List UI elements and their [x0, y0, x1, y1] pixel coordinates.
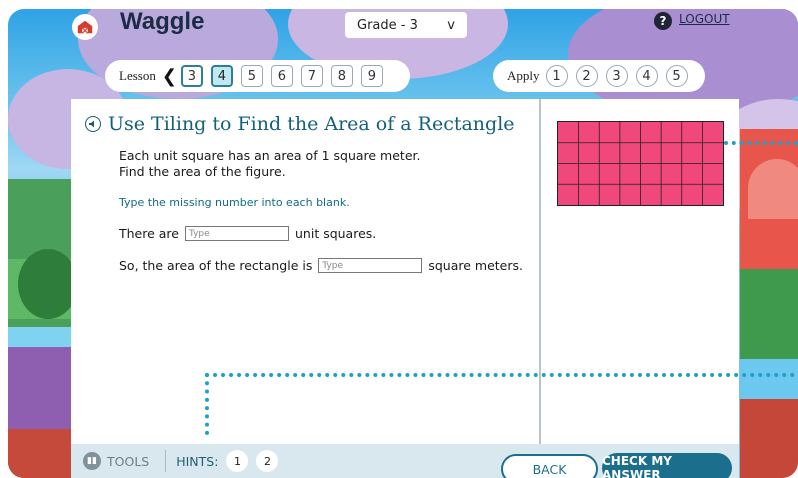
tools-icon: ▮▮ — [83, 452, 101, 470]
answer-row: So, the area of the rectangle is square … — [119, 258, 523, 273]
tree — [18, 249, 78, 319]
question-title-row: Use Tiling to Find the Area of a Rectang… — [85, 113, 515, 135]
chevron-left-icon[interactable]: ❮ — [162, 66, 177, 87]
area-input[interactable] — [318, 258, 423, 273]
hint-button-1[interactable]: 1 — [226, 450, 249, 472]
apply-item-4[interactable]: 4 — [635, 65, 658, 87]
apply-item-1[interactable]: 1 — [545, 65, 568, 87]
hill — [748, 159, 798, 219]
grade-select-value: Grade - 3 — [357, 17, 418, 33]
question-text: Find the area of the figure. — [119, 164, 286, 179]
lesson-item-4[interactable]: 4 — [210, 65, 233, 87]
apply-item-3[interactable]: 3 — [605, 65, 628, 87]
answer-prefix: There are — [119, 226, 179, 241]
answer-suffix: unit squares. — [295, 226, 377, 241]
barn-icon — [77, 20, 93, 34]
lesson-item-9[interactable]: 9 — [360, 65, 383, 87]
question-title: Use Tiling to Find the Area of a Rectang… — [108, 113, 515, 135]
audio-icon[interactable] — [85, 116, 101, 132]
lesson-item-8[interactable]: 8 — [330, 65, 353, 87]
tiled-rectangle — [557, 121, 724, 206]
logout-link[interactable]: LOGOUT — [679, 12, 730, 26]
ground — [740, 399, 798, 478]
home-button[interactable] — [72, 14, 98, 40]
help-icon[interactable]: ? — [654, 12, 672, 30]
hints-label: HINTS: — [176, 453, 219, 469]
question-text: Each unit square has an area of 1 square… — [119, 148, 421, 163]
waggle-logo: Waggle — [120, 8, 205, 35]
unit-squares-input[interactable] — [185, 226, 289, 241]
lesson-item-7[interactable]: 7 — [300, 65, 323, 87]
apply-label: Apply — [507, 68, 540, 83]
divider — [165, 450, 167, 472]
hint-button-2[interactable]: 2 — [256, 450, 279, 472]
lesson-navigation: Lesson ❮ 3 4 5 6 7 8 9 — [105, 60, 410, 92]
lesson-item-6[interactable]: 6 — [270, 65, 293, 87]
apply-item-2[interactable]: 2 — [575, 65, 598, 87]
chevron-down-icon: v — [447, 17, 455, 33]
back-button[interactable]: BACK — [501, 454, 598, 478]
instruction-text: Type the missing number into each blank. — [119, 196, 350, 209]
apply-item-5[interactable]: 5 — [665, 65, 688, 87]
tools-button[interactable]: ▮▮ TOOLS — [83, 452, 149, 470]
bushes — [740, 269, 798, 359]
water — [740, 359, 798, 399]
tools-label: TOOLS — [107, 453, 150, 469]
lesson-label: Lesson — [119, 68, 156, 83]
grade-select[interactable]: Grade - 3 v — [345, 12, 467, 38]
answer-suffix: square meters. — [428, 258, 523, 273]
speaker-icon — [89, 120, 94, 128]
apply-navigation: Apply 1 2 3 4 5 — [493, 60, 705, 92]
dotted-connector — [724, 141, 798, 145]
answer-row: There are unit squares. — [119, 226, 376, 241]
answer-prefix: So, the area of the rectangle is — [119, 258, 313, 273]
lesson-item-3[interactable]: 3 — [180, 65, 203, 87]
bottom-toolbar: ▮▮ TOOLS HINTS: 1 2 BACK CHECK MY ANSWER — [71, 444, 739, 478]
lesson-item-5[interactable]: 5 — [240, 65, 263, 87]
check-answer-button[interactable]: CHECK MY ANSWER — [602, 453, 732, 478]
dotted-connector — [205, 373, 795, 377]
dotted-connector — [205, 373, 209, 435]
